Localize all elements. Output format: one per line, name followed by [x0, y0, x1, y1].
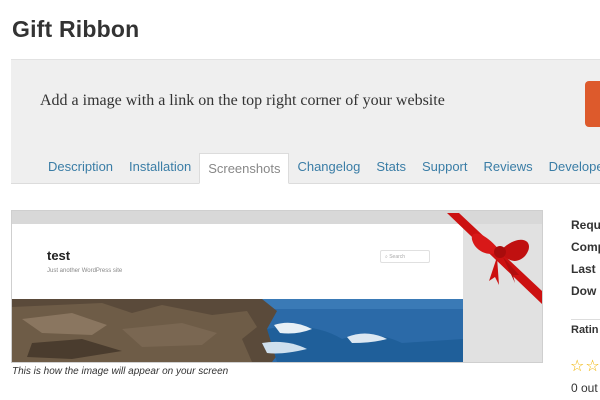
tab-stats[interactable]: Stats: [368, 152, 414, 183]
screenshot-site-header: test Just another WordPress site ⌕ Searc…: [12, 224, 463, 309]
meta-last-updated: Last: [571, 262, 596, 276]
screenshot-search-box: ⌕ Search: [380, 250, 430, 263]
plugin-meta-sidebar: Requ Comp Last Dow Ratin ☆☆ 0 out: [570, 214, 600, 395]
ratings-count: 0 out: [571, 381, 598, 395]
download-button[interactable]: [585, 81, 600, 127]
screenshot-image[interactable]: test Just another WordPress site ⌕ Searc…: [11, 210, 543, 363]
screenshot-site-tagline: Just another WordPress site: [47, 268, 123, 274]
sidebar-divider: [571, 319, 600, 320]
tab-installation[interactable]: Installation: [121, 152, 199, 183]
gift-ribbon-image: [447, 213, 542, 304]
screenshot-search-placeholder: Search: [389, 254, 406, 260]
page-title: Gift Ribbon: [12, 16, 140, 42]
ratings-label: Ratin: [571, 324, 599, 336]
tab-support[interactable]: Support: [414, 152, 476, 183]
screenshot-coast-photo: [12, 299, 463, 362]
tab-developers[interactable]: Developer: [541, 152, 600, 183]
screenshot-site-title: test: [47, 248, 71, 263]
tab-description[interactable]: Description: [40, 152, 121, 183]
star-rating-icons: ☆☆: [570, 358, 600, 375]
screenshot-caption: This is how the image will appear on you…: [12, 366, 229, 377]
meta-compatible: Comp: [571, 240, 600, 254]
plugin-short-description: Add a image with a link on the top right…: [40, 92, 445, 109]
plugin-tabs: Description Installation Screenshots Cha…: [40, 152, 600, 184]
plugin-header: Add a image with a link on the top right…: [11, 59, 600, 184]
meta-requires: Requ: [571, 218, 600, 232]
meta-downloads: Dow: [571, 284, 597, 298]
tab-changelog[interactable]: Changelog: [289, 152, 368, 183]
tab-reviews[interactable]: Reviews: [476, 152, 541, 183]
tab-screenshots[interactable]: Screenshots: [199, 153, 290, 184]
